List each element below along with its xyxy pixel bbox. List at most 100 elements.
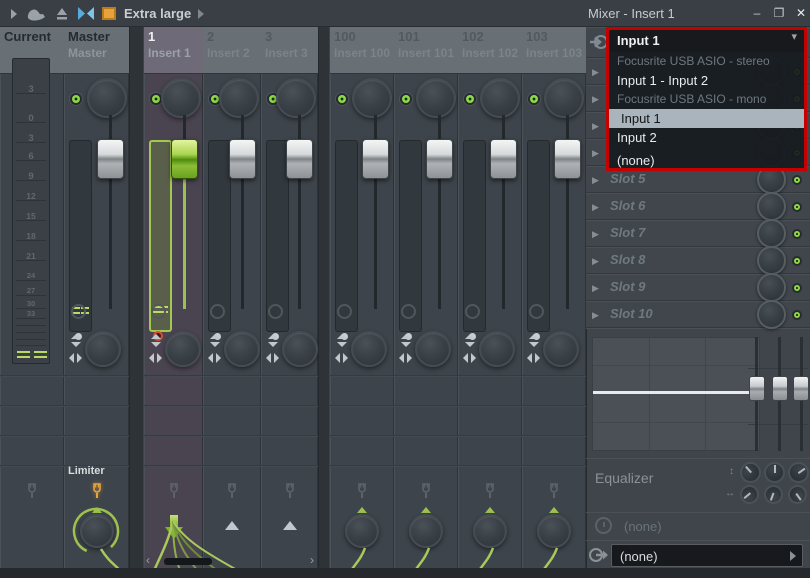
pan-knob[interactable]: [544, 78, 584, 118]
stereo-separation-knob[interactable]: [543, 331, 579, 367]
separation-leftright-icon[interactable]: [527, 351, 540, 364]
route-to-this-track-icon[interactable]: [283, 521, 297, 530]
clock-icon[interactable]: [151, 304, 166, 319]
stereo-separation-knob[interactable]: [224, 331, 260, 367]
eq-band2-slider[interactable]: [772, 376, 788, 401]
dropdown-caret-icon[interactable]: ▾: [791, 30, 797, 43]
separation-updown-icon[interactable]: [208, 334, 221, 347]
enable-led-icon[interactable]: [464, 93, 476, 105]
send-knob[interactable]: [80, 514, 114, 548]
mixer-strip[interactable]: 1 Insert 1: [144, 27, 203, 568]
scroll-left-icon[interactable]: ‹: [146, 554, 150, 567]
fx-slot-row[interactable]: ▶Slot 8: [586, 247, 810, 274]
plug-icon[interactable]: [283, 482, 297, 504]
plug-icon[interactable]: [355, 482, 369, 504]
slot-enable-led-icon[interactable]: [792, 202, 802, 212]
strip-header[interactable]: 1 Insert 1: [144, 27, 203, 74]
slot-enable-led-icon[interactable]: [792, 229, 802, 239]
dropdown-item[interactable]: (none): [609, 151, 804, 170]
mixer-zoom-label[interactable]: Extra large: [124, 6, 191, 21]
separation-leftright-icon[interactable]: [208, 351, 221, 364]
mixer-strip[interactable]: 2 Insert 2: [203, 27, 261, 568]
mixer-strip[interactable]: 101 Insert 101: [394, 27, 458, 568]
zoom-next-icon[interactable]: [196, 0, 206, 27]
separation-updown-icon[interactable]: [149, 334, 162, 347]
clock-icon[interactable]: [71, 304, 86, 319]
slot-arrow-icon[interactable]: ▶: [592, 67, 599, 78]
plug-icon[interactable]: [167, 482, 181, 504]
separation-leftright-icon[interactable]: [266, 351, 279, 364]
volume-fader[interactable]: [97, 139, 124, 179]
stereo-separation-knob[interactable]: [351, 331, 387, 367]
detach-icon[interactable]: [53, 0, 71, 27]
fx-slot-row[interactable]: ▶Slot 6: [586, 193, 810, 220]
separation-leftright-icon[interactable]: [69, 351, 82, 364]
mixer-strip[interactable]: 103 Insert 103: [522, 27, 586, 568]
clock-icon[interactable]: [268, 304, 283, 319]
eq-mid-freq-knob[interactable]: [761, 482, 785, 506]
separation-updown-icon[interactable]: [335, 334, 348, 347]
stereo-separation-knob[interactable]: [165, 331, 201, 367]
dropdown-item[interactable]: Input 1 - Input 2: [609, 71, 804, 90]
slot-arrow-icon[interactable]: ▶: [592, 256, 599, 267]
volume-fader[interactable]: [426, 139, 453, 179]
eq-mid-level-knob[interactable]: [764, 462, 785, 483]
scrollbar-thumb[interactable]: [164, 558, 212, 565]
stereo-separation-knob[interactable]: [85, 331, 121, 367]
slot-arrow-icon[interactable]: ▶: [592, 121, 599, 132]
strip-header[interactable]: 103 Insert 103: [522, 27, 586, 74]
pan-knob[interactable]: [480, 78, 520, 118]
stereo-separation-knob[interactable]: [415, 331, 451, 367]
plug-icon[interactable]: [25, 482, 39, 504]
slot-mix-knob[interactable]: [757, 273, 786, 302]
strip-header[interactable]: 2 Insert 2: [203, 27, 261, 74]
mixer-strip[interactable]: Current: [0, 27, 64, 568]
eq-low-level-knob[interactable]: [736, 458, 766, 488]
time-offset-row[interactable]: (none): [586, 512, 810, 540]
plug-icon[interactable]: [483, 482, 497, 504]
pan-knob[interactable]: [87, 78, 127, 118]
clock-icon[interactable]: [529, 304, 544, 319]
color-swatch-icon[interactable]: [100, 0, 118, 27]
separation-updown-icon[interactable]: [463, 334, 476, 347]
clock-icon[interactable]: [401, 304, 416, 319]
separation-leftright-icon[interactable]: [335, 351, 348, 364]
send-knob[interactable]: [473, 514, 507, 548]
slot-mix-knob[interactable]: [757, 246, 786, 275]
slot-arrow-icon[interactable]: ▶: [592, 94, 599, 105]
separation-updown-icon[interactable]: [266, 334, 279, 347]
slot-enable-led-icon[interactable]: [792, 175, 802, 185]
separation-updown-icon[interactable]: [69, 334, 82, 347]
send-knob[interactable]: [537, 514, 571, 548]
eq-curve-display[interactable]: [592, 337, 760, 451]
dropdown-item[interactable]: Input 1: [609, 109, 804, 128]
fx-slot-row[interactable]: ▶Slot 9: [586, 274, 810, 301]
mixer-strip[interactable]: 102 Insert 102: [458, 27, 522, 568]
slot-mix-knob[interactable]: [757, 219, 786, 248]
mixer-view-icon[interactable]: [24, 0, 50, 27]
plug-icon[interactable]: [419, 482, 433, 504]
slot-arrow-icon[interactable]: ▶: [592, 202, 599, 213]
pan-knob[interactable]: [161, 78, 201, 118]
plug-icon[interactable]: [90, 482, 104, 504]
slot-arrow-icon[interactable]: ▶: [592, 229, 599, 240]
volume-fader[interactable]: [554, 139, 581, 179]
strip-header[interactable]: 3 Insert 3: [261, 27, 318, 74]
enable-led-icon[interactable]: [528, 93, 540, 105]
slot-enable-led-icon[interactable]: [792, 283, 802, 293]
pan-knob[interactable]: [276, 78, 316, 118]
mixer-strip[interactable]: 3 Insert 3: [261, 27, 318, 568]
eq-band3-slider[interactable]: [793, 376, 809, 401]
pan-knob[interactable]: [219, 78, 259, 118]
strip-header[interactable]: 100 Insert 100: [330, 27, 394, 74]
slot-mix-knob[interactable]: [757, 192, 786, 221]
input-select-header[interactable]: Input 1: [609, 30, 804, 52]
fx-slot-row[interactable]: ▶Slot 7: [586, 220, 810, 247]
separation-leftright-icon[interactable]: [149, 351, 162, 364]
slot-arrow-icon[interactable]: ▶: [592, 283, 599, 294]
enable-led-icon[interactable]: [336, 93, 348, 105]
enable-led-icon[interactable]: [70, 93, 82, 105]
volume-fader[interactable]: [229, 139, 256, 179]
separation-leftright-icon[interactable]: [399, 351, 412, 364]
strip-header[interactable]: 101 Insert 101: [394, 27, 458, 74]
